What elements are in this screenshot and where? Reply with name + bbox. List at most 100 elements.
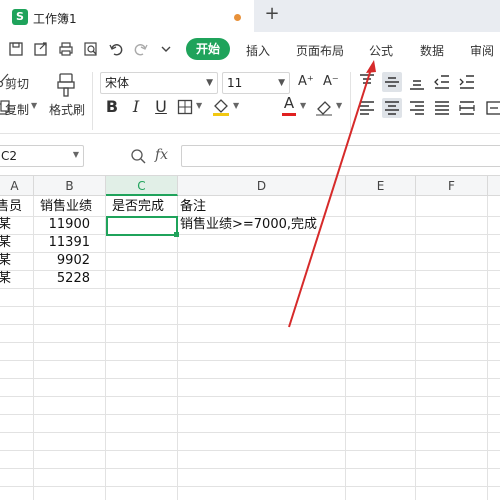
customize-dropdown-icon[interactable] <box>158 41 174 57</box>
gridline <box>0 288 500 289</box>
distributed-align-icon[interactable] <box>457 98 477 118</box>
cell-a4[interactable]: 某 <box>0 252 11 270</box>
bold-button[interactable]: B <box>101 96 123 118</box>
ribbon-separator <box>350 72 351 130</box>
cell-b4[interactable]: 9902 <box>34 252 90 270</box>
cell-d2[interactable]: 销售业绩>=7000,完成 <box>180 216 317 234</box>
align-left-icon[interactable] <box>357 98 377 118</box>
gridline <box>0 414 500 415</box>
format-painter-button[interactable]: 格式刷 <box>49 101 85 118</box>
workbook-tab[interactable]: S 工作簿1 <box>0 0 254 32</box>
clear-format-icon[interactable] <box>315 98 333 116</box>
name-box-dropdown-icon: ▼ <box>72 150 79 159</box>
gridline <box>0 342 500 343</box>
new-tab-button[interactable]: + <box>262 3 282 27</box>
gridline <box>345 196 346 500</box>
font-name-select[interactable]: 宋体 ▼ <box>100 72 218 94</box>
align-right-icon[interactable] <box>407 98 427 118</box>
align-center-icon[interactable] <box>382 98 402 118</box>
align-bottom-icon[interactable] <box>407 72 427 92</box>
gridline <box>0 450 500 451</box>
gridline <box>0 324 500 325</box>
export-icon[interactable] <box>33 41 49 57</box>
increase-font-button[interactable]: A⁺ <box>298 74 314 89</box>
name-box[interactable]: C2 ▼ <box>0 145 84 167</box>
column-header-e[interactable]: E <box>346 176 416 196</box>
fill-color-dropdown-icon[interactable]: ▼ <box>233 101 239 110</box>
justify-icon[interactable] <box>432 98 452 118</box>
gridline <box>0 360 500 361</box>
cell-b5[interactable]: 5228 <box>34 270 90 288</box>
spreadsheet-grid[interactable]: A B C D E F 售员 销售业绩 是否完成 备注 某 11900 销售业绩… <box>0 176 500 500</box>
menu-tab-insert[interactable]: 插入 <box>246 42 270 59</box>
gridline <box>0 306 500 307</box>
format-painter-icon[interactable] <box>55 72 77 98</box>
ribbon-separator <box>92 72 93 130</box>
undo-icon[interactable] <box>108 41 124 57</box>
align-middle-icon[interactable] <box>382 72 402 92</box>
column-header-b[interactable]: B <box>34 176 106 196</box>
font-size-select[interactable]: 11 ▼ <box>222 72 290 94</box>
fill-color-icon[interactable] <box>212 98 230 116</box>
zoom-search-icon[interactable] <box>130 148 146 164</box>
font-color-button[interactable]: A <box>282 94 296 116</box>
borders-dropdown-icon[interactable]: ▼ <box>196 101 202 110</box>
save-icon[interactable] <box>8 41 24 57</box>
cell-c1[interactable]: 是否完成 <box>112 198 164 216</box>
font-size-value: 11 <box>227 76 243 90</box>
gridline <box>415 196 416 500</box>
gridline <box>0 378 500 379</box>
increase-indent-icon[interactable] <box>457 72 477 92</box>
merge-center-icon[interactable] <box>484 98 500 118</box>
gridline <box>0 396 500 397</box>
menu-bar: 开始 插入 页面布局 公式 数据 审阅 <box>0 32 500 66</box>
formula-input[interactable] <box>181 145 500 167</box>
ribbon-home: 剪切 复制 ▼ 格式刷 宋体 ▼ 11 ▼ A⁺ A⁻ B I U ▼ ▼ A … <box>0 66 500 134</box>
redo-icon[interactable] <box>133 41 149 57</box>
app-logo-icon: S <box>12 9 28 25</box>
clear-format-dropdown-icon[interactable]: ▼ <box>336 101 342 110</box>
decrease-font-button[interactable]: A⁻ <box>323 74 339 89</box>
font-color-dropdown-icon[interactable]: ▼ <box>300 101 306 110</box>
column-header-next[interactable] <box>488 176 500 196</box>
formula-bar: C2 ▼ fx <box>0 134 500 176</box>
copy-button[interactable]: 复制 <box>5 101 29 118</box>
column-header-a[interactable]: A <box>0 176 34 196</box>
decrease-indent-icon[interactable] <box>432 72 452 92</box>
menu-tab-review[interactable]: 审阅 <box>470 42 494 59</box>
cell-b3[interactable]: 11391 <box>34 234 90 252</box>
insert-function-button[interactable]: fx <box>155 147 168 163</box>
active-cell-c2[interactable] <box>106 216 178 236</box>
column-header-f[interactable]: F <box>416 176 488 196</box>
cell-d1[interactable]: 备注 <box>180 198 206 216</box>
gridline <box>177 196 178 500</box>
cell-a2[interactable]: 某 <box>0 216 11 234</box>
font-name-value: 宋体 <box>105 76 130 90</box>
title-bar: S 工作簿1 + <box>0 0 500 32</box>
borders-icon[interactable] <box>177 99 193 115</box>
fill-handle[interactable] <box>174 232 179 237</box>
underline-button[interactable]: U <box>150 96 172 118</box>
menu-tab-home[interactable]: 开始 <box>186 38 230 60</box>
print-icon[interactable] <box>58 41 74 57</box>
column-header-c[interactable]: C <box>106 176 178 196</box>
italic-button[interactable]: I <box>125 96 147 118</box>
align-top-icon[interactable] <box>357 72 377 92</box>
gridline <box>0 468 500 469</box>
font-name-dropdown-icon: ▼ <box>206 78 213 88</box>
print-preview-icon[interactable] <box>83 41 99 57</box>
gridline <box>487 196 488 500</box>
gridline <box>0 432 500 433</box>
menu-tab-data[interactable]: 数据 <box>420 42 444 59</box>
column-header-d[interactable]: D <box>178 176 346 196</box>
cell-b2[interactable]: 11900 <box>34 216 90 234</box>
cell-b1[interactable]: 销售业绩 <box>40 198 92 216</box>
menu-tab-formulas[interactable]: 公式 <box>369 42 393 59</box>
font-color-letter: A <box>283 94 295 112</box>
copy-dropdown-icon[interactable]: ▼ <box>31 101 37 110</box>
cell-a1[interactable]: 售员 <box>0 198 22 216</box>
cell-a3[interactable]: 某 <box>0 234 11 252</box>
cut-button[interactable]: 剪切 <box>5 75 29 92</box>
cell-a5[interactable]: 某 <box>0 270 11 288</box>
menu-tab-page-layout[interactable]: 页面布局 <box>296 42 344 59</box>
